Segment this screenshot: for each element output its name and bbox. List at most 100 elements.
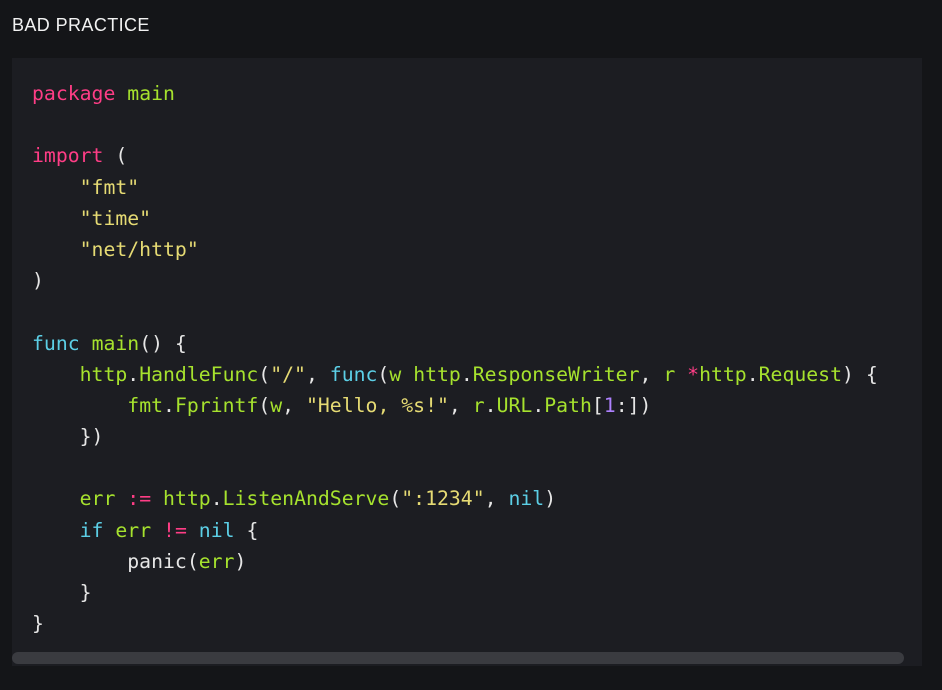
- code-line: "time": [32, 203, 878, 234]
- horizontal-scrollbar[interactable]: [12, 652, 922, 664]
- code-token: panic(: [32, 549, 199, 573]
- code-line: err := http.ListenAndServe(":1234", nil): [32, 483, 878, 514]
- code-token: ResponseWriter: [472, 362, 640, 386]
- code-token: nil: [198, 518, 235, 542]
- code-token: Path: [544, 393, 592, 417]
- code-token: ,: [282, 393, 306, 417]
- code-token: .: [484, 393, 497, 417]
- code-token: main: [91, 331, 140, 355]
- code-token: }): [32, 425, 104, 449]
- code-token: ,: [305, 362, 330, 386]
- code-token: w: [389, 362, 402, 386]
- code-token: ): [32, 269, 44, 293]
- code-token: (: [258, 393, 271, 417]
- code-token: main: [127, 82, 175, 105]
- code-token: func: [32, 331, 80, 355]
- code-token: "/": [270, 362, 306, 386]
- code-token: "Hello, %s!": [305, 393, 449, 417]
- code-token: "time": [79, 206, 152, 230]
- code-token: r: [663, 362, 676, 386]
- code-token: Request: [758, 362, 843, 386]
- code-token: (: [103, 144, 128, 168]
- code-token: if: [79, 518, 104, 542]
- code-line: ​: [32, 452, 878, 483]
- code-line: }): [32, 421, 878, 452]
- code-token: .: [163, 393, 175, 417]
- code-token: ,: [484, 487, 509, 511]
- code-token: (: [389, 487, 402, 511]
- code-token: URL: [496, 393, 533, 417]
- code-token: r: [472, 393, 485, 417]
- code-token: http: [163, 487, 211, 511]
- section-label: BAD PRACTICE: [12, 15, 150, 35]
- code-token: "fmt": [79, 175, 140, 199]
- code-token: [: [591, 393, 604, 417]
- code-token: ) {: [842, 362, 878, 386]
- code-line: import (: [32, 140, 878, 171]
- code-line: ​: [32, 109, 878, 140]
- code-token: package: [32, 82, 116, 105]
- code-token: }: [32, 581, 92, 604]
- code-token: :]): [615, 393, 652, 417]
- code-token: !=: [163, 518, 187, 542]
- code-token: fmt: [127, 393, 164, 417]
- code-line: ​: [32, 296, 878, 327]
- code-line: if err != nil {: [32, 515, 878, 546]
- code-token: ): [234, 549, 247, 573]
- code-token: err: [79, 487, 116, 511]
- code-token: 1: [603, 393, 616, 417]
- code-line: }: [32, 577, 878, 608]
- code-token: (: [258, 362, 271, 386]
- code-line: "net/http": [32, 234, 878, 265]
- code-token: http: [79, 362, 128, 386]
- code-token: ,: [448, 393, 473, 417]
- code-token: .: [460, 362, 473, 386]
- code-token: }: [32, 612, 44, 636]
- code-token: ,: [639, 362, 664, 386]
- code-token: "net/http": [79, 237, 199, 261]
- code-token: http: [413, 362, 461, 386]
- code-token: w: [270, 393, 283, 417]
- code-token: ): [544, 487, 557, 511]
- code-line: func main() {: [32, 328, 878, 359]
- code-line: package main: [32, 78, 878, 109]
- code-line: http.HandleFunc("/", func(w http.Respons…: [32, 359, 878, 390]
- code-line: panic(err): [32, 546, 878, 577]
- code-token: .: [746, 362, 759, 386]
- code-line: "fmt": [32, 172, 878, 203]
- code-token: ":1234": [401, 487, 485, 511]
- code-token: func: [329, 362, 378, 386]
- code-token: http: [699, 362, 747, 386]
- code-token: HandleFunc: [139, 362, 259, 386]
- code-token: import: [32, 144, 104, 168]
- code-line: ): [32, 265, 878, 296]
- code-block[interactable]: package main​import ( "fmt" "time" "net/…: [12, 58, 922, 666]
- code-line: }: [32, 608, 878, 639]
- code-content: package main​import ( "fmt" "time" "net/…: [32, 78, 878, 639]
- scrollbar-thumb[interactable]: [12, 652, 904, 664]
- code-token: ListenAndServe: [222, 487, 390, 511]
- page: BAD PRACTICE package main​import ( "fmt"…: [0, 0, 942, 690]
- code-token: :=: [127, 487, 152, 511]
- code-token: {: [234, 518, 259, 542]
- code-token: (: [377, 362, 390, 386]
- code-token: .: [127, 362, 140, 386]
- code-token: nil: [508, 487, 545, 511]
- code-token: err: [198, 549, 235, 573]
- code-token: .: [210, 487, 223, 511]
